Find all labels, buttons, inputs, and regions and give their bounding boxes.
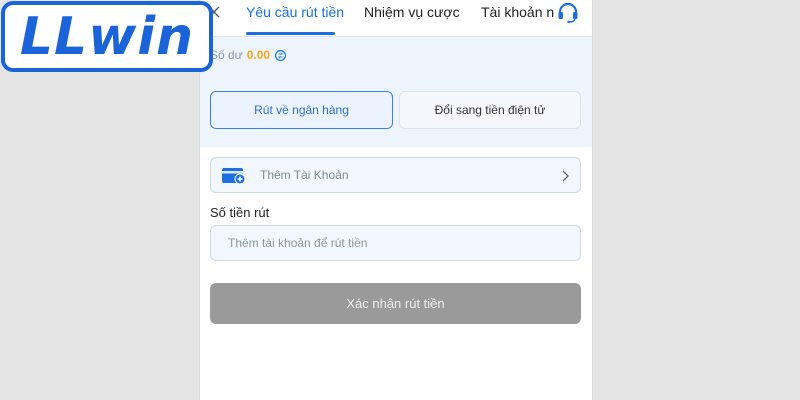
balance-label: Số dư xyxy=(210,48,243,62)
withdraw-panel: Yêu cầu rút tiền Nhiệm vụ cược Tài khoản… xyxy=(199,0,593,400)
amount-label: Số tiền rút xyxy=(210,205,270,220)
tab-account[interactable]: Tài khoản n xyxy=(481,4,554,20)
logo-text: LLwin xyxy=(19,6,195,67)
wallet-add-icon xyxy=(222,168,246,185)
refresh-icon[interactable] xyxy=(274,49,287,62)
balance-section: Số dư 0.00 Rút về ngân hàng Đổi sang tiề… xyxy=(200,37,592,147)
confirm-withdraw-button[interactable]: Xác nhận rút tiền xyxy=(210,283,581,324)
tab-betting-tasks[interactable]: Nhiệm vụ cược xyxy=(364,4,460,20)
add-account-row[interactable]: Thêm Tài Khoản xyxy=(210,157,581,193)
headset-icon[interactable] xyxy=(556,1,580,23)
balance-row: Số dư 0.00 xyxy=(210,48,287,62)
top-tab-bar: Yêu cầu rút tiền Nhiệm vụ cược Tài khoản… xyxy=(200,0,592,37)
method-crypto-exchange-button[interactable]: Đổi sang tiền điện tử xyxy=(399,91,581,129)
chevron-right-icon xyxy=(562,170,569,182)
balance-value: 0.00 xyxy=(246,48,271,62)
tab-withdraw-request[interactable]: Yêu cầu rút tiền xyxy=(246,4,344,20)
llwin-logo: LLwin xyxy=(1,1,213,72)
method-bank-withdraw-button[interactable]: Rút về ngân hàng xyxy=(210,91,393,129)
amount-input[interactable] xyxy=(210,225,581,261)
active-tab-indicator xyxy=(246,32,335,35)
add-account-label: Thêm Tài Khoản xyxy=(260,168,349,182)
